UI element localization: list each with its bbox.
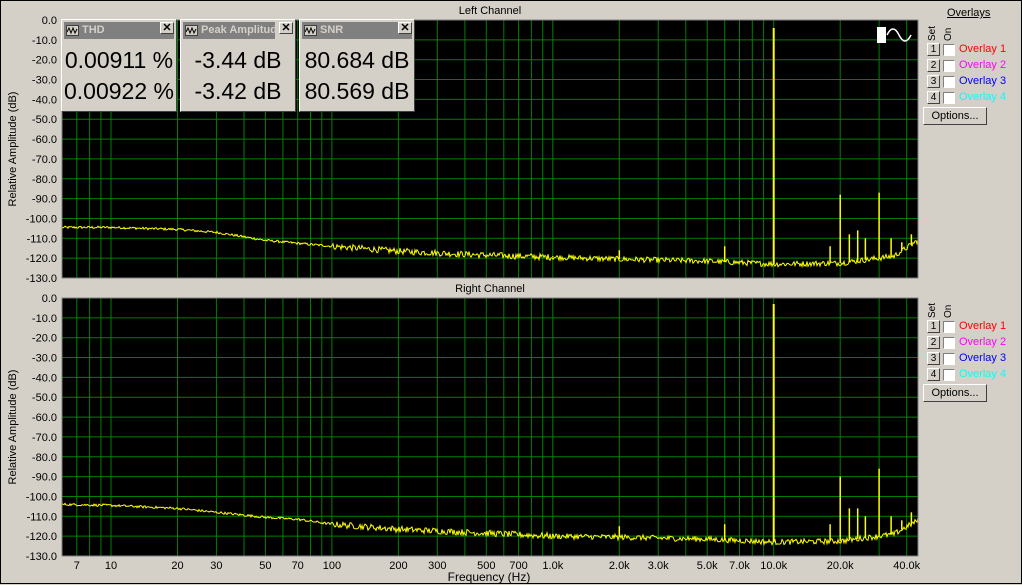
x-axis-label: Frequency (Hz) xyxy=(447,570,531,584)
peak-amplitude-meter-titlebar[interactable]: Peak Amplitude xyxy=(183,22,275,39)
close-icon[interactable]: ✕ xyxy=(160,22,174,34)
overlay-3-label: Overlay 3 xyxy=(959,75,1007,87)
overlay-4-label: Overlay 4 xyxy=(959,368,1007,380)
overlay-4-on-checkbox[interactable] xyxy=(943,92,955,104)
y-tick-label: -130.0 xyxy=(26,273,57,285)
peak-right-value: -3.42 dB xyxy=(194,78,282,104)
chart-title: Left Channel xyxy=(459,5,521,17)
y-tick-label: -10.0 xyxy=(32,35,57,47)
overlay-2-label: Overlay 2 xyxy=(959,336,1007,348)
overlay-2-on-checkbox[interactable] xyxy=(943,60,955,72)
y-axis-label: Relative Amplitude (dB) xyxy=(7,370,19,485)
y-tick-label: -120.0 xyxy=(26,531,57,543)
waveform-icon xyxy=(66,25,79,36)
snr-left-value: 80.684 dB xyxy=(304,47,410,73)
on-column-label: On xyxy=(943,304,954,318)
spectrum-panel-right: Right Channel 0.0 -10.0 -20.0 -30.0 -40.0 -50.… xyxy=(7,283,921,572)
overlay-2-on-checkbox[interactable] xyxy=(943,337,955,349)
waveform-icon xyxy=(185,25,198,36)
y-tick-label: -30.0 xyxy=(32,75,57,87)
y-tick-label: -50.0 xyxy=(32,114,57,126)
y-tick-label: -100.0 xyxy=(26,491,57,503)
y-tick-label: -50.0 xyxy=(32,392,57,404)
options-button[interactable]: Options... xyxy=(923,384,987,402)
thd-meter-title: THD xyxy=(82,24,105,36)
set-column-label: Set xyxy=(927,25,938,41)
analyzer-window: Left Channel 0.0 -10.0 -20.0 -30.0 -40.0 -50.0… xyxy=(0,0,1022,584)
y-tick-label: -90.0 xyxy=(32,472,57,484)
overlay-3-on-checkbox[interactable] xyxy=(943,76,955,88)
overlay-1-label: Overlay 1 xyxy=(959,320,1007,332)
overlay-4-on-checkbox[interactable] xyxy=(943,369,955,381)
overlays-title: Overlays xyxy=(947,7,991,19)
overlay-1-set-button[interactable]: 1 xyxy=(927,320,940,333)
y-tick-label: -80.0 xyxy=(32,174,57,186)
y-tick-label: -80.0 xyxy=(32,452,57,464)
bar-icon xyxy=(877,27,886,43)
y-tick-label: -60.0 xyxy=(32,412,57,424)
options-button[interactable]: Options... xyxy=(923,107,987,125)
peak-left-value: -3.44 dB xyxy=(194,47,282,73)
thd-right-value: 0.00922 % xyxy=(64,78,174,104)
overlay-2-set-button[interactable]: 2 xyxy=(927,59,940,72)
y-tick-label: 0.0 xyxy=(42,293,57,305)
y-tick-label: -40.0 xyxy=(32,94,57,106)
set-column-label: Set xyxy=(927,302,938,318)
peak-amplitude-meter-title: Peak Amplitude xyxy=(201,24,275,36)
y-tick-label: -40.0 xyxy=(32,372,57,384)
snr-meter-title: SNR xyxy=(320,24,344,36)
y-tick-label: -70.0 xyxy=(32,154,57,166)
plot-area xyxy=(62,298,918,556)
close-icon[interactable]: ✕ xyxy=(398,22,412,34)
thd-left-value: 0.00911 % xyxy=(64,47,174,73)
y-tick-label: -60.0 xyxy=(32,134,57,146)
overlay-1-on-checkbox[interactable] xyxy=(943,44,955,56)
y-tick-label: -130.0 xyxy=(26,551,57,563)
overlay-3-set-button[interactable]: 3 xyxy=(927,352,940,365)
overlay-3-set-button[interactable]: 3 xyxy=(927,75,940,88)
overlay-4-label: Overlay 4 xyxy=(959,91,1007,103)
overlay-4-set-button[interactable]: 4 xyxy=(927,368,940,381)
overlay-1-set-button[interactable]: 1 xyxy=(927,43,940,56)
overlay-2-set-button[interactable]: 2 xyxy=(927,336,940,349)
thd-meter-titlebar[interactable]: THD xyxy=(64,22,174,39)
overlays-panel-left: Overlays Set On 1 Overlay 1 2 Overlay 2 … xyxy=(923,7,1022,127)
overlays-panel-right: Set On 1 Overlay 1 2 Overlay 2 3 Overlay… xyxy=(923,284,1022,404)
y-tick-label: -90.0 xyxy=(32,194,57,206)
y-tick-label: -30.0 xyxy=(32,353,57,365)
snr-meter-titlebar[interactable]: SNR xyxy=(302,22,412,39)
y-tick-label: -110.0 xyxy=(27,511,57,523)
thd-meter[interactable]: THD ✕ 0.00911 % 0.00922 % xyxy=(61,19,177,112)
peak-amplitude-meter[interactable]: Peak Amplitude ✕ -3.44 dB -3.42 dB xyxy=(180,19,296,112)
y-axis-label: Relative Amplitude (dB) xyxy=(7,92,19,207)
overlay-3-on-checkbox[interactable] xyxy=(943,353,955,365)
waveform-icon xyxy=(304,25,317,36)
y-tick-label: -110.0 xyxy=(27,233,57,245)
y-tick-label: -120.0 xyxy=(26,253,57,265)
close-icon[interactable]: ✕ xyxy=(279,22,293,34)
overlay-3-label: Overlay 3 xyxy=(959,352,1007,364)
snr-right-value: 80.569 dB xyxy=(304,78,410,104)
on-column-label: On xyxy=(943,27,954,41)
overlay-1-on-checkbox[interactable] xyxy=(943,321,955,333)
y-tick-label: -20.0 xyxy=(32,333,57,345)
overlay-4-set-button[interactable]: 4 xyxy=(927,91,940,104)
y-tick-label: -10.0 xyxy=(32,313,57,325)
y-tick-label: -70.0 xyxy=(32,432,57,444)
overlay-1-label: Overlay 1 xyxy=(959,43,1007,55)
chart-title: Right Channel xyxy=(455,283,525,295)
snr-meter[interactable]: SNR ✕ 80.684 dB 80.569 dB xyxy=(299,19,415,112)
y-tick-label: -100.0 xyxy=(26,213,57,225)
overlay-2-label: Overlay 2 xyxy=(959,59,1007,71)
y-tick-label: 0.0 xyxy=(42,15,57,27)
y-tick-label: -20.0 xyxy=(32,55,57,67)
